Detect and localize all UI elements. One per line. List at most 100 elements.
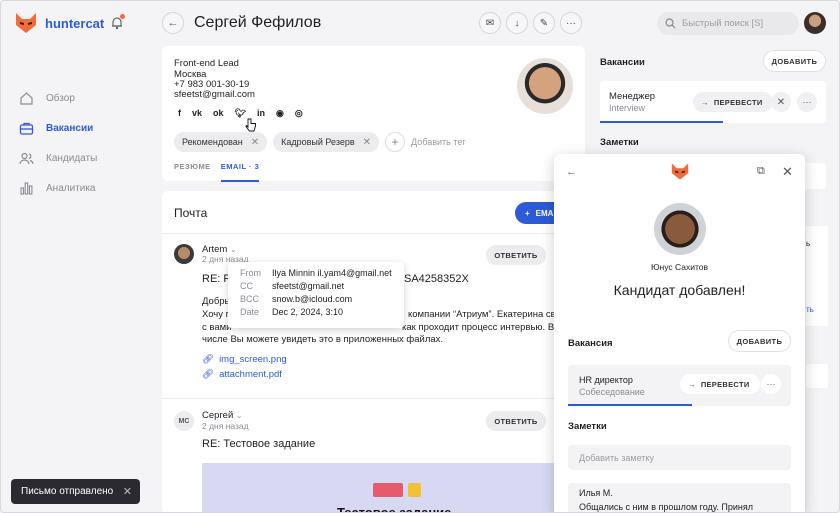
message-body-line: Хочу п xyxy=(202,309,231,320)
link-icon[interactable]: ◎ xyxy=(295,108,303,119)
facebook-icon[interactable]: f xyxy=(178,108,181,119)
more-button[interactable]: ··· xyxy=(560,12,582,34)
search-placeholder: Быстрый поиск [S] xyxy=(682,18,764,29)
tooltip-key: CC xyxy=(240,281,253,291)
page-title: Сергей Фефилов xyxy=(194,14,322,31)
message-body-line: компании “Атриум”. Екатерина свяже xyxy=(408,309,573,320)
sidebar-item-vacancies[interactable]: Вакансии xyxy=(19,113,97,143)
tooltip-cc: sfeetst@gmail.net xyxy=(272,281,345,291)
tab-email[interactable]: EMAIL · 3 xyxy=(220,162,260,182)
sidebar-item-overview[interactable]: Обзор xyxy=(19,83,97,113)
preview-heading: Тестовое задание xyxy=(337,505,452,513)
sidebar-item-analytics[interactable]: Аналитика xyxy=(19,173,97,203)
preview-shape xyxy=(373,483,403,497)
github-icon[interactable]: ◉ xyxy=(276,108,284,119)
avatar xyxy=(174,244,194,264)
tag-list: Рекомендован ✕ Кадровый Резерв ✕ + Добавить… xyxy=(174,132,466,152)
add-tag-button[interactable]: + Добавить тег xyxy=(385,132,466,152)
message-subject-end: SA4258352X xyxy=(404,273,469,285)
more-icon[interactable]: ··· xyxy=(797,92,817,112)
paperclip-icon: 🔗︎ xyxy=(202,369,215,380)
external-link-icon[interactable]: ⧉ xyxy=(757,165,765,178)
candidate-name: Юнус Сахитов xyxy=(650,262,709,272)
cat-logo-icon xyxy=(16,13,36,33)
vk-icon[interactable]: vk xyxy=(192,108,202,119)
modal-headline: Кандидат добавлен! xyxy=(613,282,746,298)
sidebar-item-candidates[interactable]: Кандидаты xyxy=(19,143,97,173)
add-vacancy-button[interactable]: ДОБАВИТЬ xyxy=(728,330,791,352)
avatar: МС xyxy=(174,411,194,431)
sidebar-item-label: Обзор xyxy=(46,92,75,104)
download-button[interactable]: ↓ xyxy=(506,12,528,34)
attachment-link[interactable]: 🔗︎ attachment.pdf xyxy=(202,369,282,380)
email-details-tooltip: From Ilya Minnin il.yam4@gmail.net CC sfee… xyxy=(228,262,404,328)
tag-chip[interactable]: Рекомендован ✕ xyxy=(174,132,268,152)
tab-email-count: 3 xyxy=(254,162,260,171)
profile-card: Front-end Lead Москва +7 983 001-30-19 s… xyxy=(162,46,585,182)
partial-link[interactable]: ть xyxy=(806,305,814,314)
linkedin-icon[interactable]: in xyxy=(257,108,265,119)
logo[interactable]: huntercat xyxy=(15,13,104,33)
edit-button[interactable]: ✎ xyxy=(533,12,555,34)
cursor-icon xyxy=(245,118,256,132)
message-author[interactable]: Сергей ⌄ xyxy=(202,410,243,421)
progress-bar xyxy=(600,121,723,123)
tab-resume[interactable]: РЕЗЮМЕ xyxy=(174,162,211,182)
tag-label: Рекомендован xyxy=(182,137,243,147)
add-vacancy-button[interactable]: ДОБАВИТЬ xyxy=(763,50,826,72)
arrow-right-icon: → xyxy=(688,379,696,389)
partial-field xyxy=(806,364,828,388)
social-links: f vk ok 🐦︎ in ◉ ◎ xyxy=(178,108,303,119)
arrow-left-icon[interactable]: ← xyxy=(566,166,577,178)
more-icon[interactable]: ··· xyxy=(761,374,781,394)
download-icon: ↓ xyxy=(514,17,520,29)
note-input[interactable]: Добавить заметку xyxy=(568,445,791,470)
user-avatar[interactable] xyxy=(804,12,826,34)
close-icon[interactable]: ✕ xyxy=(123,485,132,498)
attachment-name: attachment.pdf xyxy=(219,369,282,380)
tooltip-date: Dec 2, 2024, 3:10 xyxy=(272,307,344,317)
vacancy-card[interactable]: Менеджер Interview → ПЕРЕВЕСТИ ✕ ··· xyxy=(600,81,826,123)
divider xyxy=(162,233,585,234)
odnoklassniki-icon[interactable]: ok xyxy=(213,108,224,119)
new-email-label: EMA xyxy=(535,208,554,218)
divider xyxy=(162,398,585,399)
vacancy-name: HR директор xyxy=(579,375,633,385)
reply-button[interactable]: ОТВЕТИТЬ xyxy=(486,411,546,431)
close-icon[interactable]: ✕ xyxy=(363,137,371,148)
progress-bar xyxy=(568,404,692,406)
profile-email[interactable]: sfeetst@gmail.com xyxy=(174,89,255,100)
move-button[interactable]: → ПЕРЕВЕСТИ xyxy=(693,92,773,112)
mail-title: Почта xyxy=(174,206,208,220)
arrow-left-icon: ← xyxy=(167,17,179,29)
mail-button[interactable]: ✉ xyxy=(479,12,501,34)
header-actions: ✉ ↓ ✎ ··· xyxy=(479,12,582,34)
attachment-link[interactable]: 🔗︎ img_screen.png xyxy=(202,354,287,365)
note-author: Илья М. xyxy=(579,488,613,498)
reply-button[interactable]: ОТВЕТИТЬ xyxy=(486,245,546,265)
close-icon[interactable]: ✕ xyxy=(782,164,793,180)
preview-shape xyxy=(408,483,421,497)
vacancy-stage: Interview xyxy=(609,103,646,113)
profile-tabs: РЕЗЮМЕ EMAIL · 3 xyxy=(174,162,260,182)
profile-position: Front-end Lead xyxy=(174,58,239,69)
message-date: 2 дня назад xyxy=(202,421,249,431)
search-icon xyxy=(665,18,676,29)
arrow-right-icon: → xyxy=(701,97,709,107)
email-preview-image[interactable]: Тестовое задание xyxy=(202,463,585,513)
tooltip-bcc: snow.b@icloud.com xyxy=(272,294,353,304)
toast-notification: Письмо отправлено ✕ xyxy=(11,479,140,504)
notes-heading: Заметки xyxy=(568,421,607,432)
chart-icon xyxy=(20,181,33,195)
tooltip-key: From xyxy=(240,268,261,278)
close-icon[interactable]: ✕ xyxy=(251,137,259,148)
search-input[interactable]: Быстрый поиск [S] xyxy=(657,12,799,35)
note-text: Общались с ним в прошлом году. Принял xyxy=(579,502,753,512)
close-icon[interactable]: ✕ xyxy=(771,92,791,112)
vacancy-card[interactable]: HR директор Собеседование → ПЕРЕВЕСТИ ··· xyxy=(568,365,791,406)
move-button[interactable]: → ПЕРЕВЕСТИ xyxy=(680,374,760,394)
tag-chip[interactable]: Кадровый Резерв ✕ xyxy=(273,132,380,152)
tooltip-key: BCC xyxy=(240,294,260,304)
back-button[interactable]: ← xyxy=(162,12,184,34)
partial-text: ь xyxy=(806,239,811,248)
